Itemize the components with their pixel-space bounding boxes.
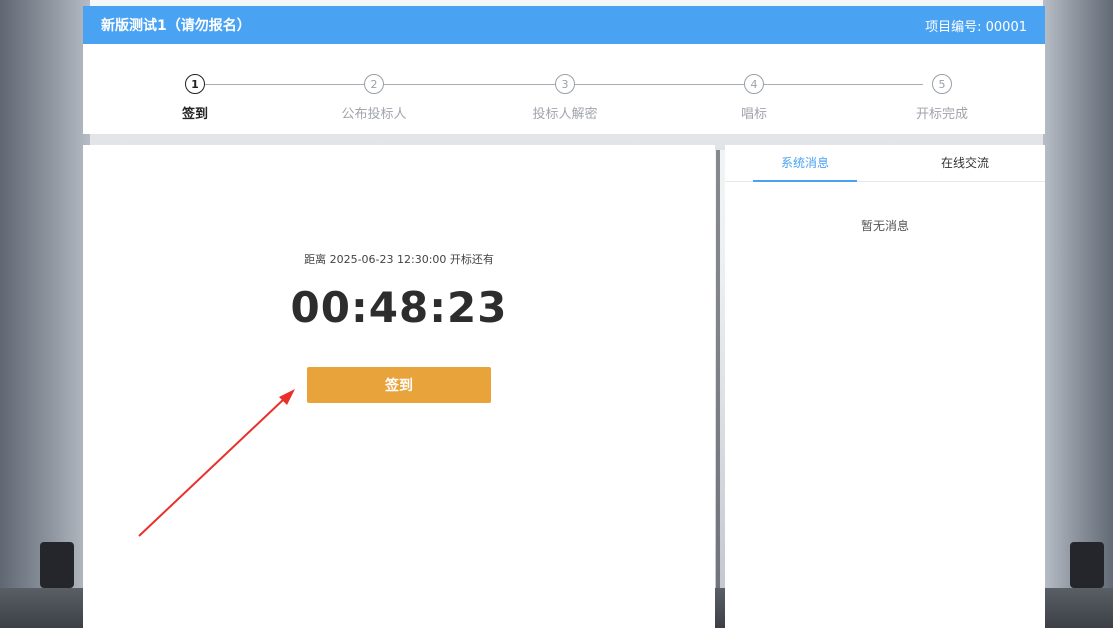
background-chair xyxy=(40,542,74,588)
background-right-wall xyxy=(1043,0,1113,628)
step-label: 唱标 xyxy=(740,107,767,122)
signin-panel: 距离 2025-06-23 12:30:00 开标还有 00:48:23 签到 xyxy=(83,145,715,628)
message-panel: 系统消息 在线交流 暂无消息 xyxy=(725,145,1045,628)
empty-message-text: 暂无消息 xyxy=(860,219,909,233)
active-tab-indicator xyxy=(753,180,857,182)
step-2: 2 公布投标人 xyxy=(314,74,434,122)
signin-button[interactable]: 签到 xyxy=(307,367,491,403)
step-label: 开标完成 xyxy=(915,107,968,122)
page-title: 新版测试1（请勿报名） xyxy=(101,18,251,34)
background-chair xyxy=(1070,542,1104,588)
step-number-circle: 1 xyxy=(185,74,205,94)
countdown-timer: 00:48:23 xyxy=(290,283,508,332)
step-4: 4 唱标 xyxy=(694,74,814,122)
step-number-circle: 4 xyxy=(744,74,764,94)
background-wall-strip xyxy=(716,150,720,628)
progress-stepper: 1 签到 2 公布投标人 3 投标人解密 4 唱标 5 开标完成 xyxy=(83,44,1045,134)
tab-online-chat[interactable]: 在线交流 xyxy=(885,145,1045,181)
step-number-circle: 3 xyxy=(555,74,575,94)
step-number-circle: 5 xyxy=(932,74,952,94)
step-label: 投标人解密 xyxy=(532,107,598,122)
tab-system-messages[interactable]: 系统消息 xyxy=(725,145,885,181)
step-1: 1 签到 xyxy=(135,74,255,122)
step-number-circle: 2 xyxy=(364,74,384,94)
step-5: 5 开标完成 xyxy=(882,74,1002,122)
step-label: 签到 xyxy=(181,107,208,122)
message-tabs: 系统消息 在线交流 xyxy=(725,145,1045,182)
countdown-caption: 距离 2025-06-23 12:30:00 开标还有 xyxy=(304,253,494,266)
step-label: 公布投标人 xyxy=(341,107,407,122)
background-left-wall xyxy=(0,0,90,628)
step-3: 3 投标人解密 xyxy=(505,74,625,122)
project-number: 项目编号: 00001 xyxy=(925,19,1027,35)
top-header: 新版测试1（请勿报名） 项目编号: 00001 xyxy=(83,6,1045,44)
